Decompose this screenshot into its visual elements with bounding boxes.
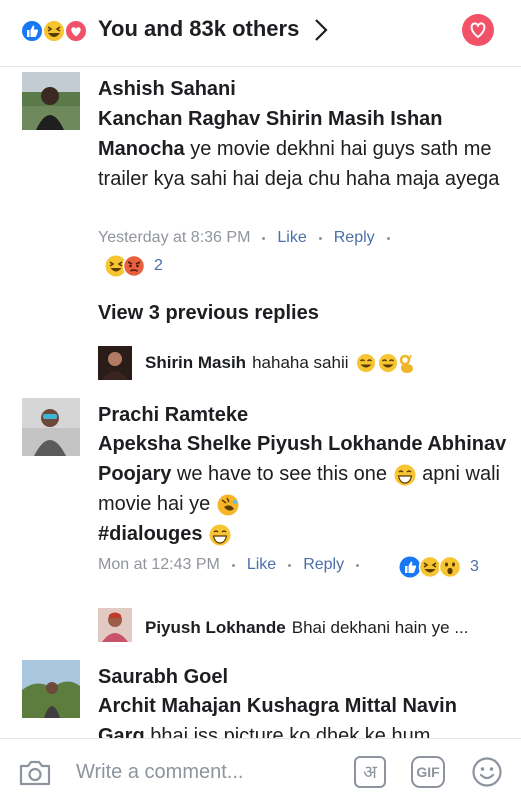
comment-text: Kanchan Raghav Shirin Masih Ishan Manoch… (98, 108, 500, 190)
comment-author[interactable]: Prachi Ramteke (98, 404, 248, 427)
comment-time: Mon at 12:43 PM (98, 556, 220, 573)
view-previous-replies-link[interactable]: View 3 previous replies (98, 302, 319, 325)
smiling-emoji-icon (356, 354, 375, 372)
comment-reactions[interactable]: 2 (104, 254, 163, 278)
rofl-emoji-icon (217, 494, 239, 516)
like-icon (20, 19, 44, 43)
like-link[interactable]: Like (247, 556, 276, 574)
grinning-emoji-icon (209, 524, 231, 546)
reply-text: Bhai dekhani hain ye ... (291, 618, 469, 637)
like-link[interactable]: Like (277, 229, 306, 247)
love-icon (64, 19, 88, 43)
reply-item: Shirin Masih hahaha sahii (145, 353, 415, 373)
avatar[interactable] (98, 346, 132, 380)
comment-time: Yesterday at 8:36 PM (98, 229, 251, 246)
reply-author[interactable]: Piyush Lokhande (145, 618, 286, 638)
sticker-smile-icon[interactable] (471, 756, 503, 788)
comment-composer: Write a comment... अ GIF (0, 738, 521, 801)
comment-input[interactable]: Write a comment... (76, 761, 243, 784)
smiling-emoji-icon (378, 354, 397, 372)
avatar[interactable] (98, 608, 132, 642)
gif-button[interactable]: GIF (411, 756, 445, 788)
comment-reactions[interactable]: 3 (398, 555, 479, 579)
reaction-count: 2 (154, 257, 163, 274)
love-reaction-button[interactable] (462, 14, 494, 46)
comment-author[interactable]: Ashish Sahani (98, 78, 236, 101)
grinning-emoji-icon (394, 464, 416, 486)
hindi-keyboard-button[interactable]: अ (354, 756, 386, 788)
comment-meta: Yesterday at 8:36 PM Like Reply (98, 229, 402, 247)
hashtag[interactable]: #dialouges (98, 523, 208, 545)
chevron-right-icon[interactable] (312, 16, 330, 44)
avatar[interactable] (22, 72, 80, 130)
avatar[interactable] (22, 398, 80, 456)
reaction-icons[interactable] (20, 19, 100, 43)
angry-icon (122, 254, 146, 278)
haha-icon (42, 19, 66, 43)
reactions-title[interactable]: You and 83k others (98, 16, 299, 42)
reactions-header: You and 83k others (0, 0, 521, 64)
reply-author[interactable]: Shirin Masih (145, 353, 246, 373)
wow-icon (438, 555, 462, 579)
reply-text: hahaha sahii (252, 353, 349, 372)
comment-author[interactable]: Saurabh Goel (98, 666, 228, 689)
reply-link[interactable]: Reply (334, 229, 375, 247)
header-divider (0, 66, 521, 67)
reply-link[interactable]: Reply (303, 556, 344, 574)
reaction-count: 3 (470, 558, 479, 575)
comment-text: Apeksha Shelke Piyush Lokhande Abhinav P… (98, 433, 507, 546)
reply-item: Piyush Lokhande Bhai dekhani hain ye ... (145, 618, 468, 638)
avatar[interactable] (22, 660, 80, 718)
heart-icon (470, 22, 486, 38)
camera-icon[interactable] (18, 759, 52, 787)
comment-meta: Mon at 12:43 PM Like Reply (98, 556, 371, 574)
ok-hand-icon (399, 354, 413, 373)
